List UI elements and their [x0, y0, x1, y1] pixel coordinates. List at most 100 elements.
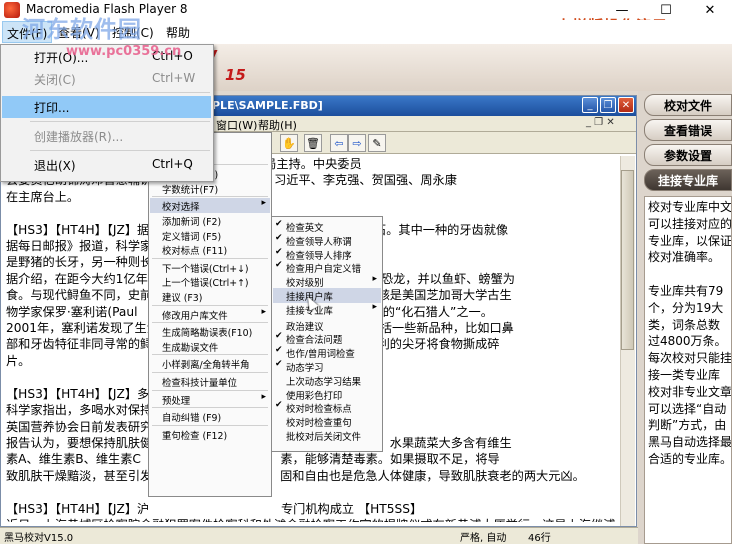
- submenu-item[interactable]: ✔ 检查合法问题: [273, 331, 381, 346]
- submenu-item[interactable]: 挂接专业库 ▸: [273, 302, 381, 317]
- arrow-right-icon[interactable]: ⇨: [348, 134, 366, 152]
- context-menu-item[interactable]: 自动纠错 (F9): [150, 409, 270, 424]
- submenu-item[interactable]: 校对时检查重句: [273, 414, 381, 429]
- submenu-item[interactable]: 政治建议: [273, 318, 381, 333]
- context-menu-item[interactable]: 字数统计(F7): [150, 181, 270, 196]
- context-menu-item-label: 下一个错误(Ctrl+↓): [162, 263, 249, 275]
- view-errors-button[interactable]: 查看错误: [644, 119, 732, 141]
- submenu-item[interactable]: ✔ 也作/曾用词检查: [273, 345, 381, 360]
- menu-separator: [30, 150, 210, 151]
- file-create-player-item[interactable]: 创建播放器(R)...: [2, 125, 211, 147]
- context-menu-item-label: 修改用户库文件: [162, 310, 228, 322]
- submenu-item[interactable]: ✔ 检查用户自定义错: [273, 260, 381, 275]
- submenu-item[interactable]: ✔ 检查领导人称谓: [273, 233, 381, 248]
- menu-separator: [152, 304, 268, 306]
- check-icon: ✔: [275, 345, 283, 356]
- menu-separator: [152, 257, 268, 259]
- context-menu-item[interactable]: 预处理 ▸: [150, 392, 270, 407]
- context-menu-item[interactable]: 校对标点 (F11): [150, 242, 270, 257]
- doc-restore-icon[interactable]: ❐: [600, 97, 616, 113]
- doc-inner-controls[interactable]: _ ❐ ✕: [586, 117, 615, 128]
- context-menu-item[interactable]: 建议 (F3): [150, 289, 270, 304]
- file-exit-item[interactable]: 退出(X) Ctrl+Q: [2, 154, 211, 176]
- submenu-item[interactable]: ✔ 动态学习: [273, 359, 381, 374]
- status-line: 46行: [528, 533, 551, 544]
- settings-button[interactable]: 参数设置: [644, 144, 732, 166]
- menu-help[interactable]: 帮助(H): [258, 117, 297, 133]
- context-menu-item[interactable]: 小样剥离/全角转半角: [150, 356, 270, 371]
- menu-separator: [30, 92, 210, 93]
- context-menu-item-label: 生成勘误文件: [162, 342, 219, 354]
- menu-separator: [152, 322, 268, 324]
- proof-file-button[interactable]: 校对文件: [644, 94, 732, 116]
- trash-icon[interactable]: 🗑: [304, 134, 322, 152]
- context-menu-item[interactable]: 生成勘误文件: [150, 339, 270, 354]
- context-menu-item-label: 重句检查 (F12): [162, 430, 228, 442]
- context-menu-item-label: 预处理: [162, 395, 191, 407]
- menu-separator: [152, 407, 268, 409]
- arrow-left-icon[interactable]: ⇦: [330, 134, 348, 152]
- submenu-item[interactable]: 校对级别 ▸: [273, 274, 381, 289]
- submenu-arrow-icon: ▸: [261, 391, 266, 402]
- menu-separator: [152, 196, 268, 198]
- context-menu-item-label: 校对标点 (F11): [162, 246, 228, 258]
- context-menu-item-label: 小样剥离/全角转半角: [162, 360, 250, 372]
- status-app-version: 黑马校对V15.0: [4, 533, 74, 544]
- context-menu-item-label: 生成简略勘误表(F10): [162, 328, 253, 340]
- check-icon: ✔: [275, 219, 283, 229]
- menu-window[interactable]: 窗口(W): [216, 117, 257, 133]
- submenu-item[interactable]: 挂接用户库: [273, 288, 381, 303]
- context-menu-item-label: 自动纠错 (F9): [162, 413, 222, 425]
- context-menu-item[interactable]: 下一个错误(Ctrl+↓): [150, 260, 270, 275]
- menu-separator: [30, 121, 210, 122]
- check-icon: ✔: [275, 359, 283, 369]
- watermark: 河东软件园: [22, 17, 142, 43]
- context-menu-item-label: 字数统计(F7): [162, 184, 219, 196]
- context-menu-item-label: 检查科技计量单位: [162, 378, 238, 389]
- context-menu-item-label: 添加新词 (F2): [162, 217, 222, 228]
- context-menu-item-label: 校对选择: [162, 202, 200, 214]
- submenu-item[interactable]: ✔ 校对时检查标点: [273, 400, 381, 415]
- submenu-item[interactable]: 使用彩色打印: [273, 387, 381, 402]
- context-menu-item[interactable]: 添加新词 (F2): [150, 213, 270, 228]
- status-mode: 严格, 自动: [460, 533, 507, 544]
- submenu-arrow-icon: ▸: [372, 274, 377, 285]
- check-icon: ✔: [275, 260, 283, 271]
- submenu-item-label: 批校对后关闭文件: [286, 432, 362, 443]
- close-button[interactable]: ✕: [688, 0, 732, 20]
- submenu-arrow-icon: ▸: [261, 306, 266, 317]
- menu-separator: [152, 372, 268, 373]
- file-print-item[interactable]: 打印...: [2, 96, 211, 118]
- submenu-item[interactable]: 上次动态学习结果: [273, 373, 381, 388]
- check-icon: ✔: [275, 232, 283, 243]
- check-icon: ✔: [275, 331, 283, 342]
- pen-icon[interactable]: ✎: [368, 134, 386, 152]
- document-title: PLE\SAMPLE.FBD]: [212, 99, 323, 112]
- context-menu-item-label: 上一个错误(Ctrl+↑): [162, 278, 249, 290]
- doc-minimize-icon[interactable]: _: [582, 97, 598, 113]
- context-menu-item[interactable]: 重句检查 (F12): [150, 427, 270, 442]
- submenu-item[interactable]: ✔ 检查领导人排序: [273, 247, 381, 262]
- flash-app-icon: [4, 2, 20, 18]
- doc-close-icon[interactable]: ✕: [618, 97, 634, 113]
- hand-icon[interactable]: ✋: [280, 134, 298, 152]
- context-menu-item[interactable]: 生成简略勘误表(F10): [150, 324, 270, 339]
- attach-library-button[interactable]: 挂接专业库: [644, 169, 732, 191]
- submenu-arrow-icon: ▸: [261, 198, 266, 209]
- menu-separator: [152, 424, 268, 426]
- context-menu-item[interactable]: 上一个错误(Ctrl+↑): [150, 274, 270, 289]
- menu-help[interactable]: 帮助: [162, 24, 194, 41]
- submenu-item[interactable]: 批校对后关闭文件: [273, 428, 381, 443]
- submenu-item[interactable]: ✔ 检查英文: [273, 219, 381, 234]
- submenu-arrow-icon: ▸: [372, 301, 377, 312]
- scrollbar-thumb[interactable]: [621, 170, 634, 350]
- context-menu-item[interactable]: 校对选择 ▸: [150, 198, 270, 213]
- file-close-item[interactable]: 关闭(C) Ctrl+W: [2, 68, 211, 90]
- context-menu-item[interactable]: 修改用户库文件 ▸: [150, 307, 270, 322]
- check-icon: ✔: [275, 246, 283, 257]
- help-text: 校对专业库中文本 可以挂接对应的 专业库，以保证 校对准确率。 专业库共有79 …: [644, 196, 732, 544]
- check-icon: ✔: [275, 400, 283, 411]
- context-menu-item[interactable]: 检查科技计量单位: [150, 374, 270, 389]
- watermark-url: www.pc0359.cn: [66, 44, 182, 59]
- context-menu-item[interactable]: 定义错词 (F5): [150, 228, 270, 243]
